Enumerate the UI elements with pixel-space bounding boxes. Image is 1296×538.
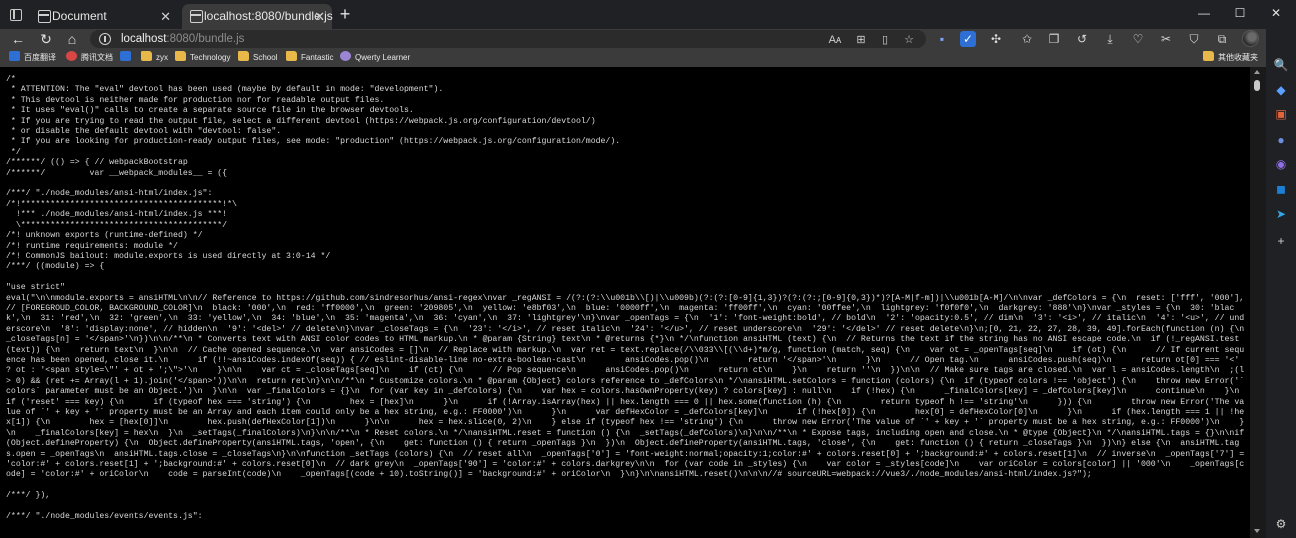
favorites-icon[interactable]: ✩ [1019, 31, 1035, 47]
bookmark-tencent-docs[interactable]: 腾讯文档 [66, 49, 113, 67]
favorite-star-icon[interactable]: ☆ [902, 32, 916, 48]
bookmark-unnamed[interactable] [120, 49, 135, 67]
add-icon[interactable]: + [1272, 232, 1290, 250]
edge-sidebar: 🔍 ◆ ▣ ● ◉ ◼ ➤ + ⚙ [1266, 29, 1296, 538]
search-icon[interactable]: 🔍 [1272, 56, 1290, 74]
code-line: /***/ ((module) => { [6, 262, 105, 272]
bookmark-icon [120, 51, 131, 61]
code-line: /*! CommonJS bailout: module.exports is … [6, 251, 331, 261]
collections-icon[interactable]: ❐ [1046, 31, 1062, 47]
toolbar: ← ↻ ⌂ localhost:8080/bundle.js Aᴀ ⊞ ▯ ☆ … [0, 29, 1266, 49]
page-icon [190, 10, 203, 23]
bookmark-baidu-translate[interactable]: 百度翻译 [9, 49, 56, 67]
code-line: !*** ./node_modules/ansi-html/index.js *… [15, 210, 228, 220]
tab-strip: Document ✕ localhost:8080/bundle.js ✕ + … [0, 0, 1296, 29]
tab-title: Document [52, 9, 107, 23]
extension-1-icon[interactable]: ▪ [934, 31, 950, 47]
close-tab-icon[interactable]: ✕ [160, 4, 171, 29]
screenshot-icon[interactable]: ✂ [1158, 31, 1174, 47]
code-line: * or disable the default devtool with "d… [10, 127, 282, 137]
downloads-icon[interactable]: ⤓ [1102, 31, 1118, 47]
person-icon[interactable]: ● [1272, 131, 1290, 149]
code-line: /***/ }), [6, 491, 51, 501]
scroll-down-icon[interactable] [1254, 529, 1260, 533]
code-line: /***/ "./node_modules/events/events.js": [6, 512, 203, 522]
code-line: * If you are looking for production-read… [10, 137, 621, 147]
profile-avatar[interactable] [1242, 30, 1259, 47]
qwerty-learner-icon [340, 51, 351, 61]
read-aloud-icon[interactable]: Aᴀ [828, 32, 842, 48]
code-line: * If you are trying to read the output f… [10, 116, 596, 126]
bookmark-folder-technology[interactable]: Technology [175, 49, 230, 67]
back-button[interactable]: ← [8, 29, 28, 49]
folder-icon [1203, 51, 1214, 61]
bookmark-qwerty-learner[interactable]: Qwerty Learner [340, 49, 410, 67]
reading-view-icon[interactable]: ▯ [878, 32, 892, 48]
folder-icon [141, 51, 152, 61]
bookmark-folder-zyx[interactable]: zyx [141, 49, 168, 67]
bookmarks-bar: 百度翻译 腾讯文档 zyx Technology School Fantasti… [0, 49, 1266, 67]
close-window-button[interactable]: ✕ [1258, 0, 1294, 29]
bookmark-folder-fantastic[interactable]: Fantastic [286, 49, 333, 67]
site-info-icon[interactable] [99, 33, 111, 45]
performance-icon[interactable]: ♡ [1130, 31, 1146, 47]
maximize-button[interactable]: ☐ [1222, 0, 1258, 29]
minimize-button[interactable]: — [1186, 0, 1222, 29]
code-line: /*!*************************************… [6, 199, 237, 209]
code-line: * This devtool is neither made for produ… [10, 95, 385, 105]
tab-document[interactable]: Document ✕ [30, 4, 178, 29]
code-line: /***/ "./node_modules/ansi-html/index.js… [6, 189, 213, 199]
address-bar[interactable]: localhost:8080/bundle.js Aᴀ ⊞ ▯ ☆ [90, 30, 926, 48]
code-line: * ATTENTION: The "eval" devtool has been… [10, 85, 444, 95]
split-screen-icon[interactable]: ⧉ [1214, 31, 1230, 47]
history-icon[interactable]: ↺ [1074, 31, 1090, 47]
code-line: /******/ var __webpack_modules__ = ({ [6, 168, 228, 178]
toolbox-icon[interactable]: ▣ [1272, 105, 1290, 123]
tencent-docs-icon [66, 51, 77, 61]
new-tab-button[interactable]: + [334, 3, 356, 25]
tab-actions-icon[interactable] [6, 5, 26, 25]
folder-icon [175, 51, 186, 61]
source-code: /* * ATTENTION: The "eval" devtool has b… [6, 75, 1246, 522]
refresh-button[interactable]: ↻ [36, 29, 56, 49]
vertical-scrollbar[interactable] [1250, 67, 1266, 538]
extensions-icon[interactable]: ✣ [988, 31, 1004, 47]
browser-essentials-icon[interactable]: ⛉ [1186, 31, 1202, 47]
code-line: "use strict" [6, 283, 65, 293]
extension-2-icon[interactable]: ✓ [960, 31, 976, 47]
scrollbar-thumb[interactable] [1254, 80, 1260, 91]
bookmark-folder-school[interactable]: School [238, 49, 277, 67]
page-content: /* * ATTENTION: The "eval" devtool has b… [0, 67, 1266, 538]
address-url[interactable]: localhost:8080/bundle.js [121, 30, 244, 48]
bookmark-folder-other[interactable]: 其他收藏夹 [1203, 49, 1258, 67]
folder-icon [286, 51, 297, 61]
baidu-icon [9, 51, 20, 61]
scroll-up-icon[interactable] [1254, 70, 1260, 74]
code-line: /*! unknown exports (runtime-defined) */ [6, 231, 203, 241]
code-line: /*! runtime requirements: module */ [6, 241, 178, 251]
code-line: eval("\n\nmodule.exports = ansiHTML\n\n/… [6, 293, 1245, 480]
code-line: */ [10, 147, 21, 157]
apps-icon[interactable]: ⊞ [854, 32, 868, 48]
code-line: \***************************************… [15, 220, 228, 230]
tab-bundle-js[interactable]: localhost:8080/bundle.js ✕ [182, 4, 333, 29]
code-line: /* [6, 75, 16, 84]
code-line: /******/ (() => { // webpackBootstrap [6, 158, 188, 168]
code-line: * It uses "eval()" calls to create a sep… [10, 106, 414, 116]
home-button[interactable]: ⌂ [62, 29, 82, 49]
send-icon[interactable]: ➤ [1272, 205, 1290, 223]
outlook-icon[interactable]: ◼ [1272, 180, 1290, 198]
page-icon [38, 10, 51, 23]
copilot-icon[interactable]: ◉ [1272, 155, 1290, 173]
close-tab-icon[interactable]: ✕ [314, 4, 325, 29]
settings-icon[interactable]: ⚙ [1272, 515, 1290, 533]
folder-icon [238, 51, 249, 61]
tag-icon[interactable]: ◆ [1272, 81, 1290, 99]
